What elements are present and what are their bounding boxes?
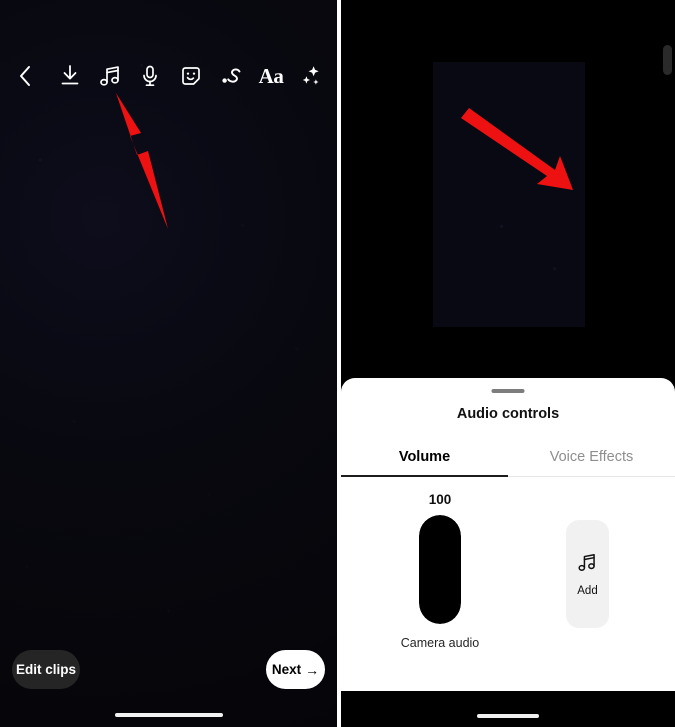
edit-clips-label: Edit clips [15,662,76,677]
camera-audio-control: 100 Camera audio [384,492,496,650]
next-arrow-icon: → [305,661,320,678]
sparkles-icon[interactable] [294,58,328,94]
tab-volume-label: Volume [398,449,451,465]
system-nav-bar [341,691,675,727]
sheet-drag-handle[interactable] [491,389,525,393]
add-button[interactable]: Add [566,520,609,628]
volume-slider-fill [419,515,461,624]
back-chevron-icon[interactable] [8,58,42,94]
microphone-icon[interactable] [133,58,167,94]
right-screen-audio-controls: Audio controls Volume Voice Effects 100 … [341,0,675,727]
left-screen-reel-editor: Aa Edit clips Next → [0,0,337,727]
sheet-tabs: Volume Voice Effects [341,438,675,477]
volume-value-label: 100 [428,492,452,507]
home-indicator [477,714,539,718]
volume-slider[interactable] [419,515,461,624]
music-note-icon [577,552,598,578]
video-preview-left [0,0,337,727]
dimmed-video-frame [433,62,585,327]
edit-clips-button[interactable]: Edit clips [12,650,80,689]
sticker-smiley-icon[interactable] [174,58,208,94]
text-aa-label: Aa [258,63,284,88]
next-button[interactable]: Next → [266,650,325,689]
tab-volume[interactable]: Volume [341,438,508,477]
scroll-indicator[interactable] [663,45,672,75]
camera-audio-label: Camera audio [400,636,480,650]
add-button-label: Add [577,584,598,597]
editor-toolbar: Aa [0,58,337,96]
text-aa-icon[interactable]: Aa [254,58,288,94]
tab-voice-effects-label: Voice Effects [549,449,634,465]
music-note-icon[interactable] [93,58,127,94]
audio-controls-sheet: Audio controls Volume Voice Effects 100 … [341,378,675,691]
screenshot-root: Aa Edit clips Next → Audio controls Volu… [0,0,675,727]
next-label: Next [271,662,302,677]
volume-controls-area: 100 Camera audio Add [341,478,675,691]
sheet-title: Audio controls [456,406,560,422]
video-noise [0,0,337,727]
draw-squiggle-icon[interactable] [214,58,248,94]
home-indicator [114,713,223,717]
download-icon[interactable] [53,58,87,94]
tab-voice-effects[interactable]: Voice Effects [508,438,675,476]
